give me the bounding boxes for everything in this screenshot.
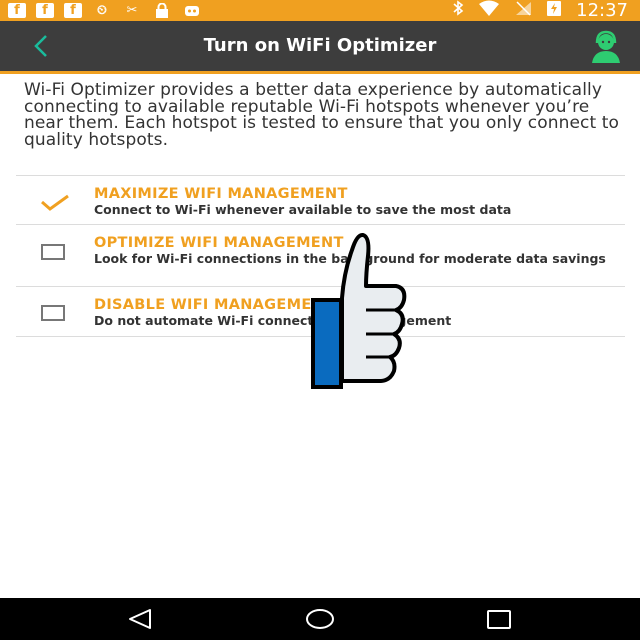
tools-icon: ✂ [126, 2, 138, 18]
option-title: MAXIMIZE WIFI MANAGEMENT [94, 186, 348, 202]
battery-charging-icon [546, 0, 562, 21]
status-left-icons: f f f ⏲ ✂ [8, 2, 202, 18]
checkbox[interactable] [41, 244, 65, 260]
status-right-icons: 12:37 [452, 0, 628, 21]
description-text: Wi-Fi Optimizer provides a better data e… [24, 80, 620, 150]
nav-recents-icon[interactable] [484, 606, 514, 632]
nav-home-icon[interactable] [304, 606, 334, 632]
support-agent-icon[interactable] [588, 29, 624, 65]
bluetooth-icon [452, 0, 464, 21]
status-time: 12:37 [576, 0, 628, 21]
facebook-icon: f [8, 2, 26, 18]
facebook-icon: f [36, 2, 54, 18]
lock-icon [152, 2, 172, 18]
option-subtitle: Connect to Wi-Fi whenever available to s… [94, 202, 512, 217]
nav-back-icon[interactable] [125, 606, 155, 632]
alarm-icon: ⏲ [96, 2, 108, 18]
status-bar: f f f ⏲ ✂ 12:37 [0, 0, 640, 21]
app-bar: Turn on WiFi Optimizer [0, 21, 640, 74]
thumbs-up-icon [310, 228, 408, 393]
facebook-icon: f [64, 2, 82, 18]
option-maximize[interactable]: MAXIMIZE WIFI MANAGEMENT Connect to Wi-F… [16, 175, 625, 225]
navigation-bar [0, 598, 640, 640]
wifi-icon [478, 0, 500, 21]
option-title: DISABLE WIFI MANAGEMENT [94, 297, 335, 313]
no-sim-icon [514, 0, 532, 21]
checkbox[interactable] [41, 305, 65, 321]
robot-icon [182, 2, 202, 18]
checkmark-icon[interactable] [40, 192, 70, 212]
page-title: Turn on WiFi Optimizer [203, 35, 437, 56]
option-title: OPTIMIZE WIFI MANAGEMENT [94, 235, 344, 251]
